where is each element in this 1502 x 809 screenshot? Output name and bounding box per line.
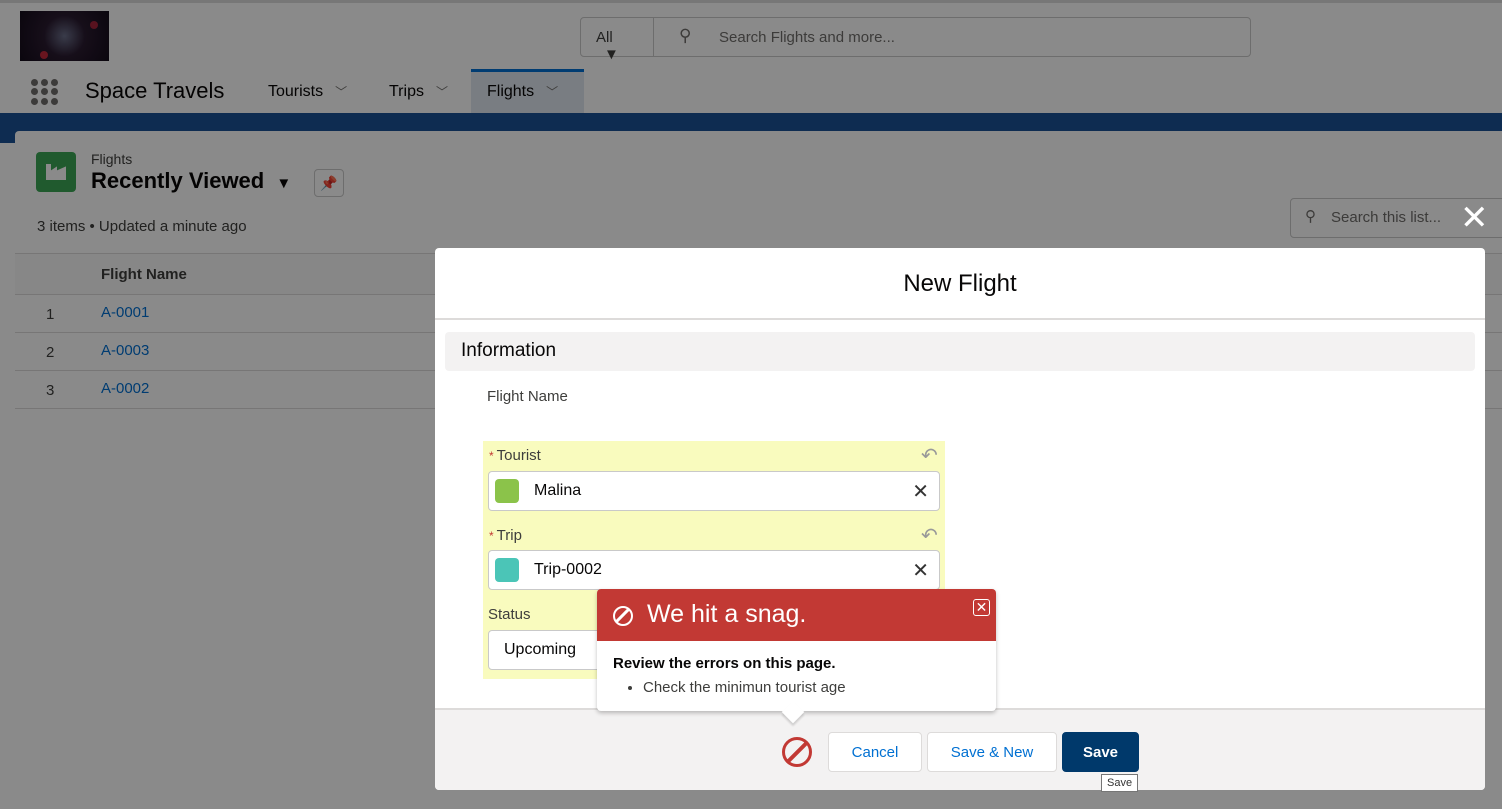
trip-value: Trip-0002 bbox=[534, 561, 602, 578]
section-information[interactable]: Information bbox=[445, 332, 1475, 371]
undo-icon[interactable]: ↶ bbox=[921, 523, 938, 548]
trip-label-text: Trip bbox=[496, 527, 522, 544]
status-label: Status bbox=[488, 606, 531, 623]
save-and-new-button[interactable]: Save & New bbox=[927, 732, 1057, 772]
error-list: Check the minimun tourist age bbox=[643, 679, 846, 696]
status-value: Upcoming bbox=[504, 641, 577, 658]
tourist-value: Malina bbox=[534, 482, 582, 499]
error-icon bbox=[613, 606, 633, 626]
error-title: We hit a snag. bbox=[647, 600, 807, 628]
close-icon[interactable]: ✕ bbox=[1460, 201, 1489, 235]
error-icon[interactable] bbox=[782, 737, 812, 767]
save-tooltip: Save bbox=[1101, 774, 1139, 792]
clear-icon[interactable]: ✕ bbox=[912, 479, 929, 504]
error-item: Check the minimun tourist age bbox=[643, 679, 846, 696]
flight-name-label: Flight Name bbox=[487, 388, 568, 405]
error-heading: Review the errors on this page. bbox=[613, 655, 836, 672]
tourist-lookup[interactable]: Malina ✕ bbox=[488, 471, 940, 511]
tourist-label-text: Tourist bbox=[496, 447, 541, 464]
error-popover: We hit a snag. ✕ Review the errors on th… bbox=[597, 589, 996, 724]
cancel-button[interactable]: Cancel bbox=[828, 732, 922, 772]
tourist-record-icon bbox=[495, 479, 519, 503]
close-icon[interactable]: ✕ bbox=[973, 599, 990, 616]
save-button[interactable]: Save bbox=[1062, 732, 1139, 772]
clear-icon[interactable]: ✕ bbox=[912, 558, 929, 583]
modal-title: New Flight bbox=[435, 248, 1485, 320]
undo-icon[interactable]: ↶ bbox=[921, 443, 938, 468]
trip-label: * Trip bbox=[489, 527, 522, 544]
error-popover-header: We hit a snag. ✕ bbox=[597, 589, 996, 641]
trip-lookup[interactable]: Trip-0002 ✕ bbox=[488, 550, 940, 590]
modal-footer: Cancel Save & New Save bbox=[435, 708, 1485, 790]
tourist-label: * Tourist bbox=[489, 447, 541, 464]
trip-record-icon bbox=[495, 558, 519, 582]
